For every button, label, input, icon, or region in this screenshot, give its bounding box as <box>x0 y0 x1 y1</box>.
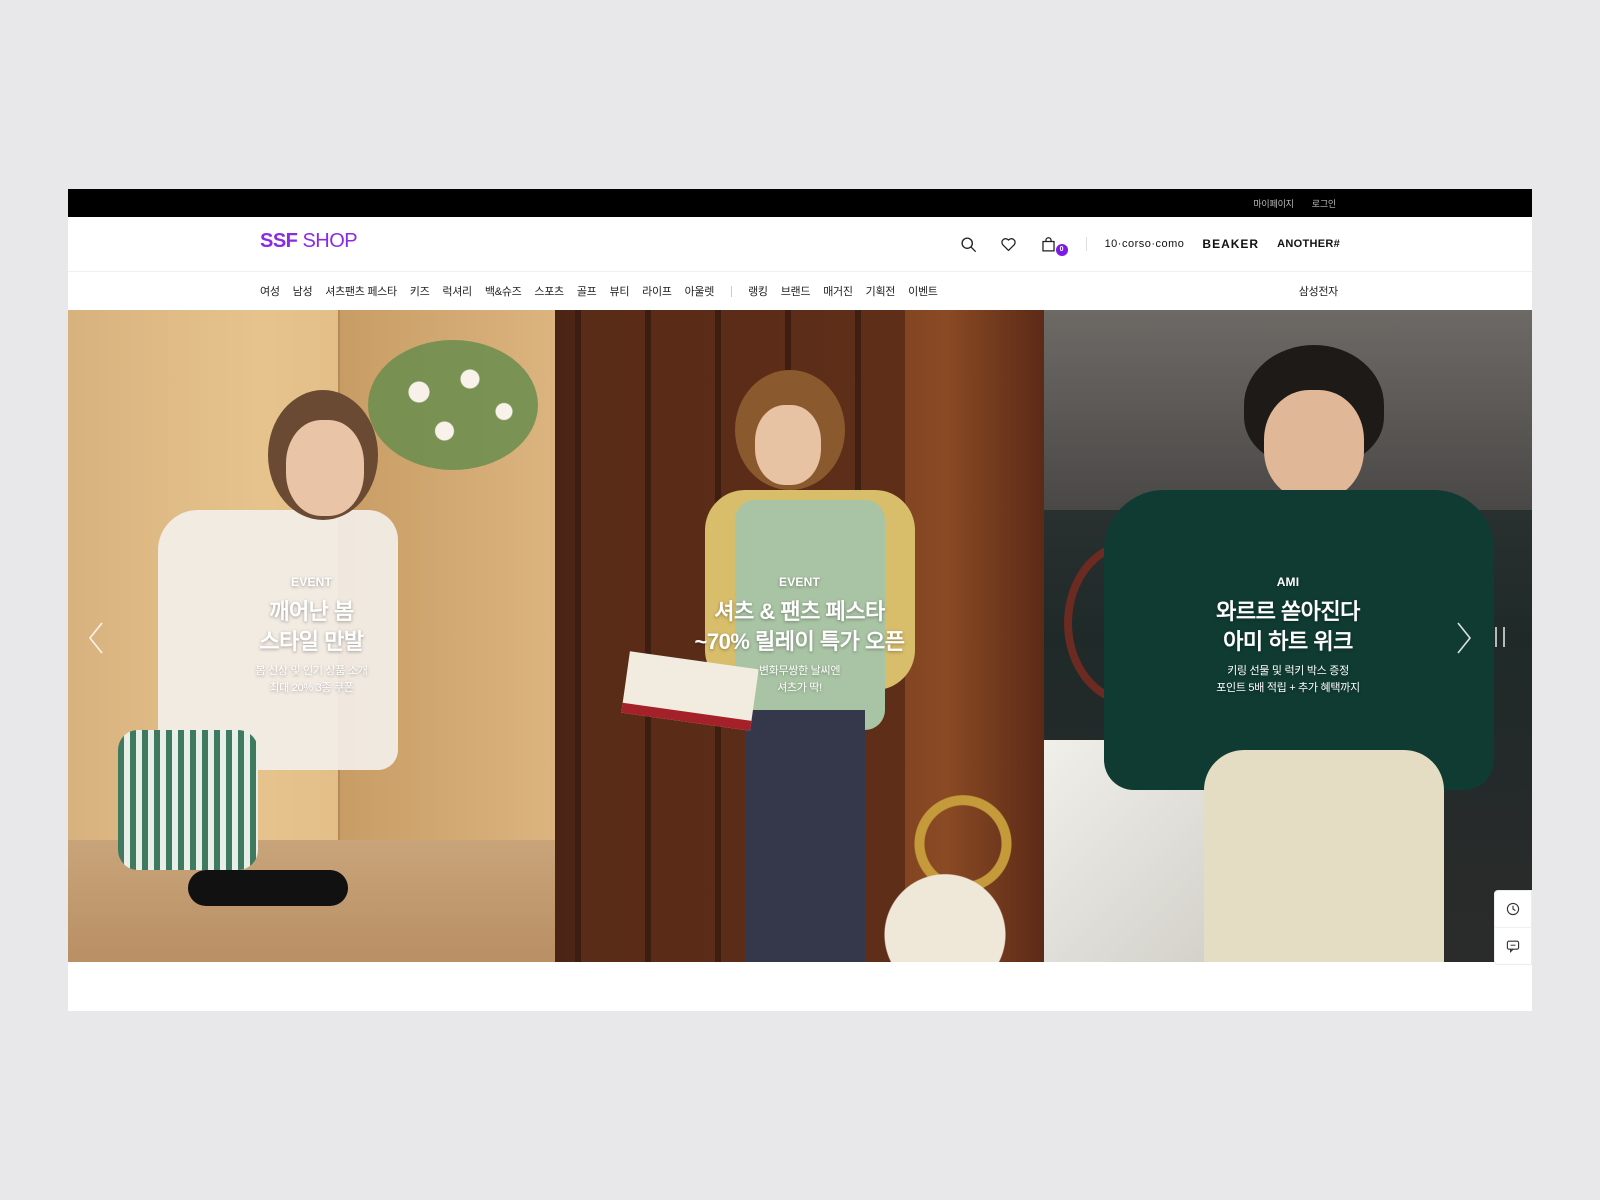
slide-2-sub: 변화무쌍한 날씨엔 셔츠가 딱! <box>555 663 1044 697</box>
nav-brand[interactable]: 브랜드 <box>781 283 811 299</box>
nav-kids[interactable]: 키즈 <box>410 283 430 299</box>
logo-part1: SSF <box>260 230 298 252</box>
nav-magazine[interactable]: 매거진 <box>823 283 853 299</box>
slide-3-tag: AMI <box>1276 575 1300 589</box>
brand-beaker[interactable]: BEAKER <box>1202 237 1259 251</box>
panel1-figure-face <box>286 420 364 516</box>
slide-1-sub: 봄 신상 및 인기 상품 소개 최대 20% 3종 쿠폰 <box>68 663 555 697</box>
hero-slide-1[interactable]: EVENT 깨어난 봄 스타일 만발 봄 신상 및 인기 상품 소개 최대 20… <box>68 310 555 962</box>
header-divider <box>1085 237 1087 251</box>
slide-1-title-line1: 깨어난 봄 <box>269 599 354 624</box>
slide-1-sub-line1: 봄 신상 및 인기 상품 소개 <box>255 665 368 677</box>
slide-1-caption: EVENT 깨어난 봄 스타일 만발 봄 신상 및 인기 상품 소개 최대 20… <box>68 575 555 697</box>
panel2-figure-face <box>755 405 821 485</box>
nav-exhibition[interactable]: 기획전 <box>866 283 896 299</box>
brand-10corsocomo[interactable]: 10·corso·como <box>1105 238 1185 250</box>
cart-count-badge: 0 <box>1055 244 1068 256</box>
panel3-figure-face <box>1264 390 1364 500</box>
ssf-shop-logo[interactable]: SSF SHOP <box>260 230 358 253</box>
search-icon[interactable] <box>958 233 980 255</box>
global-nav: 여성 남성 셔츠팬츠 페스타 키즈 럭셔리 백&슈즈 스포츠 골프 뷰티 라이프… <box>68 272 1532 311</box>
slide-3-sub-line1: 키링 선물 및 럭키 박스 증정 <box>1227 665 1349 677</box>
nav-bags-shoes[interactable]: 백&슈즈 <box>485 283 522 299</box>
nav-sports[interactable]: 스포츠 <box>534 283 564 299</box>
bag-icon[interactable]: 0 <box>1038 233 1068 256</box>
nav-luxury[interactable]: 럭셔리 <box>442 283 472 299</box>
samsung-link[interactable]: 삼성전자 <box>1299 272 1339 310</box>
slide-3-sub: 키링 선물 및 럭키 박스 증정 포인트 5배 적립 + 추가 혜택까지 <box>1044 663 1532 697</box>
nav-separator <box>731 285 733 297</box>
logo-part2: SHOP <box>297 230 358 252</box>
nav-beauty[interactable]: 뷰티 <box>610 283 630 299</box>
chat-icon[interactable] <box>1495 927 1531 964</box>
slide-1-sub-line2: 최대 20% 3종 쿠폰 <box>269 682 354 694</box>
browser-page: 마이페이지 로그인 SSF SHOP 0 10·corso·como BEAKE… <box>68 189 1532 1011</box>
slide-1-tag: EVENT <box>290 575 332 589</box>
slide-2-sub-line2: 셔츠가 딱! <box>777 682 822 694</box>
slide-3-sub-line2: 포인트 5배 적립 + 추가 혜택까지 <box>1216 682 1360 694</box>
chevron-left-icon[interactable] <box>86 620 106 656</box>
slide-2-title-line1: 셔츠 & 팬츠 페스타 <box>714 599 885 624</box>
slide-1-title-line2: 스타일 만발 <box>259 629 364 654</box>
hero-slide-2[interactable]: EVENT 셔츠 & 팬츠 페스타 ~70% 릴레이 특가 오픈 변화무쌍한 날… <box>555 310 1044 962</box>
panel1-skirt <box>118 730 258 870</box>
slide-2-caption: EVENT 셔츠 & 팬츠 페스타 ~70% 릴레이 특가 오픈 변화무쌍한 날… <box>555 575 1044 697</box>
panel3-trousers <box>1204 750 1444 962</box>
nav-golf[interactable]: 골프 <box>577 283 597 299</box>
panel2-trousers <box>745 710 865 962</box>
nav-men[interactable]: 남성 <box>293 283 313 299</box>
quick-menu <box>1494 890 1532 965</box>
nav-life[interactable]: 라이프 <box>642 283 672 299</box>
slide-2-tag: EVENT <box>778 575 820 589</box>
chevron-right-icon[interactable] <box>1454 620 1474 656</box>
panel1-shoes <box>188 870 348 906</box>
slide-2-title-line2: ~70% 릴레이 특가 오픈 <box>694 629 905 654</box>
top-utility-bar: 마이페이지 로그인 <box>68 189 1532 217</box>
heart-icon[interactable] <box>998 233 1020 255</box>
brand-another[interactable]: ANOTHER# <box>1277 238 1340 250</box>
login-link[interactable]: 로그인 <box>1312 197 1336 210</box>
pause-icon[interactable] <box>1492 625 1508 649</box>
mypage-link[interactable]: 마이페이지 <box>1253 197 1294 210</box>
site-header: SSF SHOP 0 10·corso·como BEAKER ANOTHER# <box>68 217 1532 272</box>
slide-2-sub-line1: 변화무쌍한 날씨엔 <box>758 665 841 677</box>
history-icon[interactable] <box>1495 891 1531 927</box>
nav-ranking[interactable]: 랭킹 <box>748 283 768 299</box>
nav-shirts-pants-festa[interactable]: 셔츠팬츠 페스타 <box>325 283 397 299</box>
hero-carousel: EVENT 깨어난 봄 스타일 만발 봄 신상 및 인기 상품 소개 최대 20… <box>68 310 1532 962</box>
panel2-lamp <box>855 780 1035 962</box>
nav-outlet[interactable]: 아울렛 <box>685 283 715 299</box>
nav-women[interactable]: 여성 <box>260 283 280 299</box>
nav-event[interactable]: 이벤트 <box>908 283 938 299</box>
panel1-bouquet <box>368 340 538 470</box>
